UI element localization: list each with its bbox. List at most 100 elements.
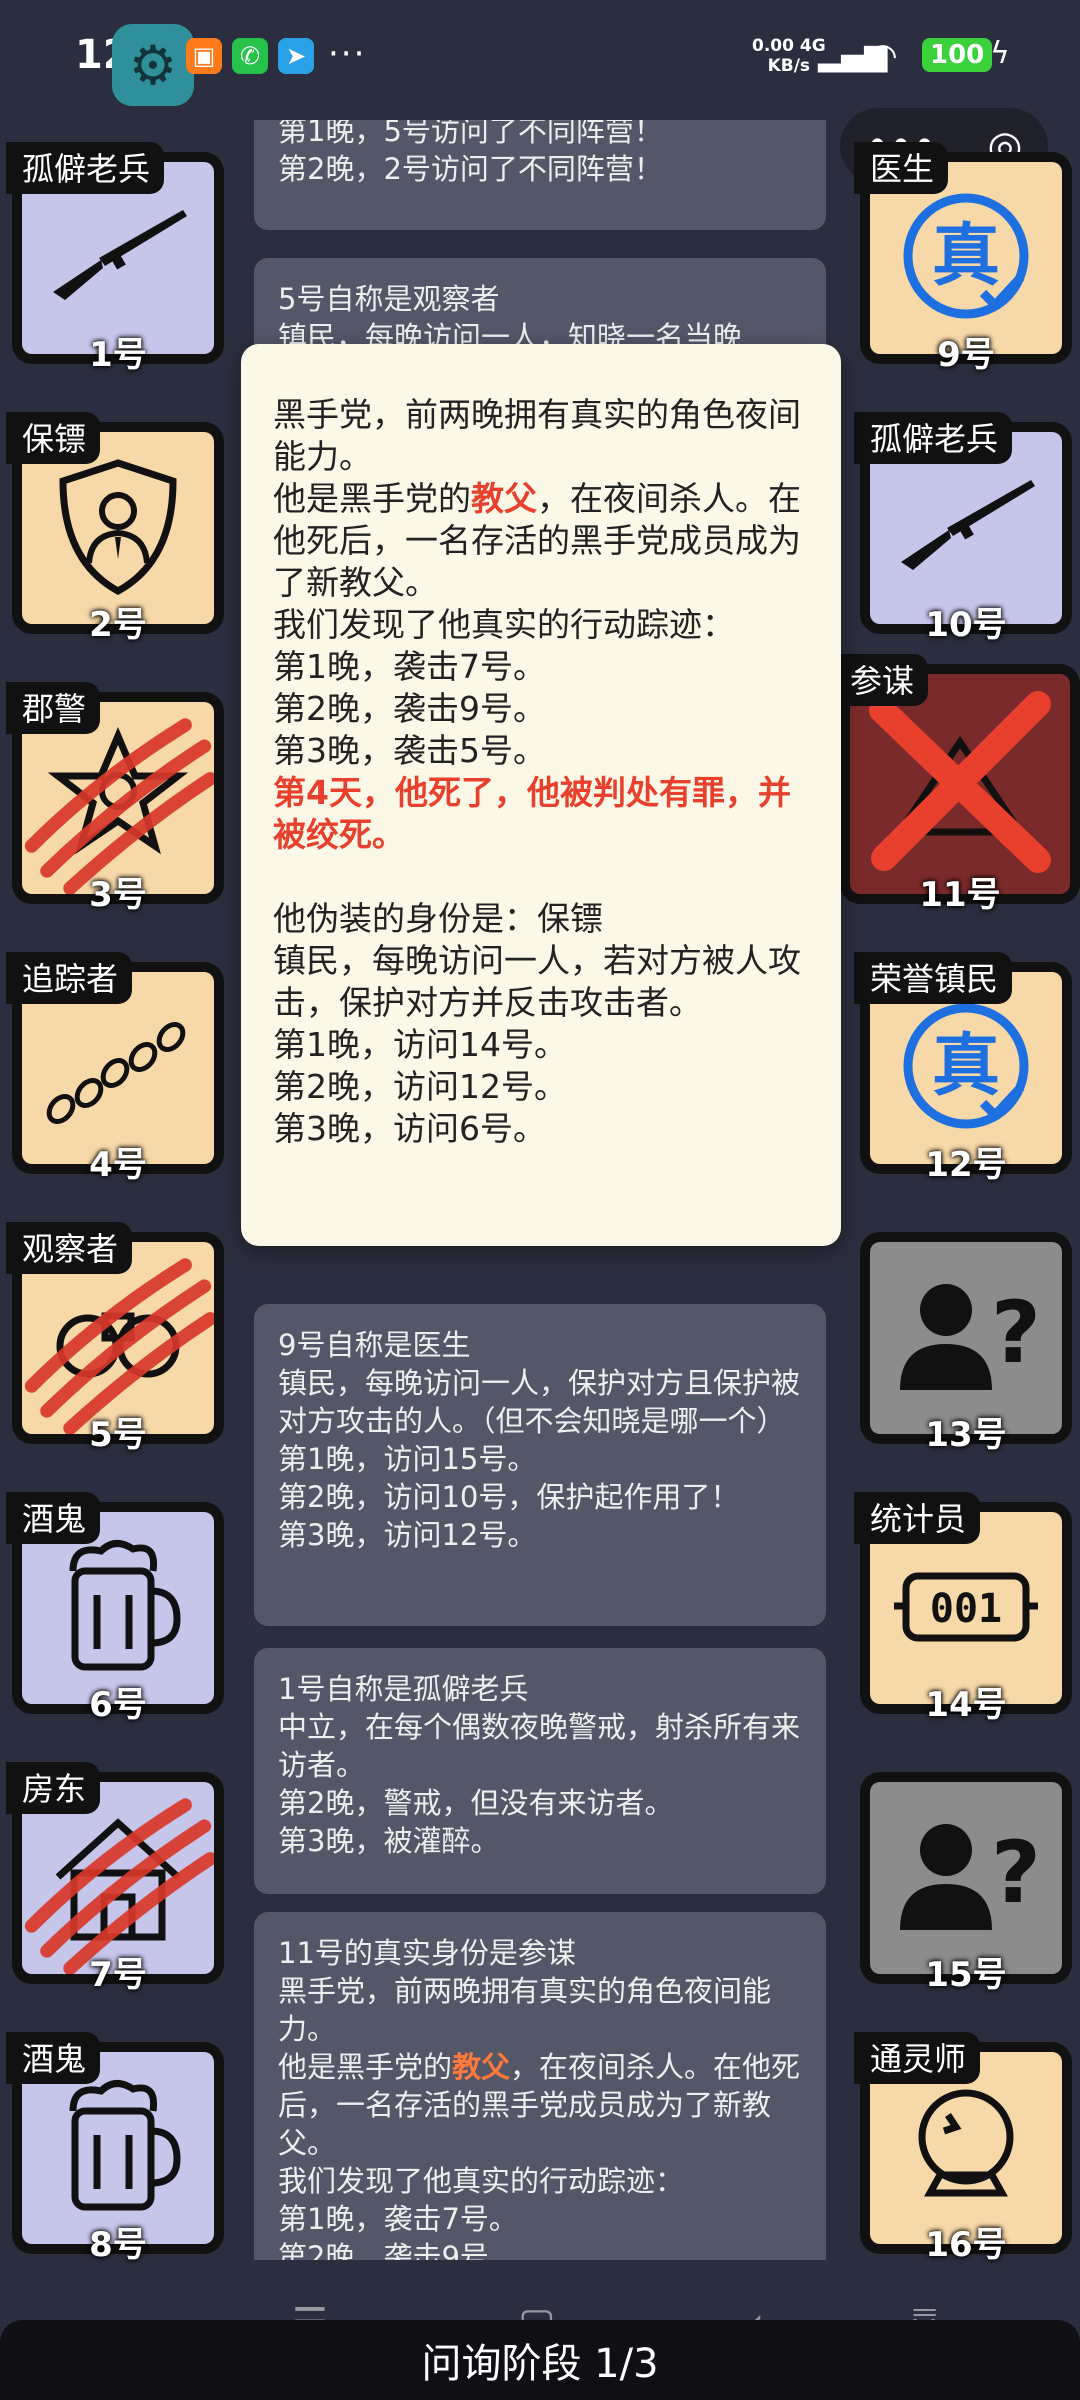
svg-text:?: ? [991,1283,1041,1383]
role-tag: 观察者 [6,1222,133,1274]
player-card-15号[interactable]: ? 15号 [860,1772,1072,1995]
feed-line: 镇民，每晚访问一人，保护对方且保护被对方攻击的人。（但不会知晓是哪一个） [278,1366,801,1438]
player-number: 10号 [925,605,1007,645]
player-number: 8号 [89,2225,147,2265]
feed-line: 第2晚，2号访问了不同阵营！ [278,152,663,186]
true-seal-icon: 真 [891,181,1041,335]
net-speed: 0.00 4G KB/s [752,36,826,76]
feed-line: 我们发现了他真实的行动踪迹： [278,2164,685,2198]
player-card-6号[interactable]: 酒鬼 6号 [6,1492,224,1725]
player-number: 11号 [919,875,1001,915]
feed-line: 第3晚，被灌醉。 [278,1824,500,1858]
player-number: 12号 [925,1145,1007,1185]
rifle-icon [43,196,193,320]
popup-line: 我们发现了他真实的行动踪迹： [273,605,735,644]
feed-line: 黑手党，前两晚拥有真实的角色夜间能力。 [278,1974,772,2046]
role-tag: 房东 [6,1762,101,1814]
svg-text:真: 真 [932,1027,1000,1106]
player-number: 5号 [89,1415,147,1455]
wifi-icon: ◠ [868,36,898,76]
player-number: 6号 [89,1685,147,1725]
popup-line: 第3晚，访问6号。 [273,1109,546,1148]
player-number: 16号 [925,2225,1007,2265]
phone-icon: ✆ [232,38,268,74]
popup-spacer [273,856,809,898]
role-detail-popup[interactable]: 黑手党，前两晚拥有真实的角色夜间能力。 他是黑手党的教父，在夜间杀人。在他死后，… [241,344,841,1246]
feed-card-title: 9号自称是医生 [278,1328,471,1362]
player-number: 15号 [925,1955,1007,1995]
player-portrait: ? [870,1242,1062,1434]
player-card-7号[interactable]: 房东 7号 [6,1762,224,1995]
player-number: 7号 [89,1955,147,1995]
feed-line: 第1晚，袭击7号。 [278,2202,518,2236]
phase-label: 问询阶段 1/3 [421,2341,659,2387]
player-card-16号[interactable]: 通灵师 16号 [854,2032,1072,2265]
player-portrait: ? [870,1782,1062,1974]
gear-icon[interactable]: ⚙ [112,24,194,106]
player-card-14号[interactable]: 001 统计员 14号 [854,1492,1072,1725]
role-tag: 孤僻老兵 [6,142,165,194]
player-card-5号[interactable]: 观察者 5号 [6,1222,224,1455]
role-tag: 参谋 [834,654,929,706]
beer-mug-icon [53,2071,183,2225]
feed-line: 他是黑手党的教父，在夜间杀人。在他死后，一名存活的黑手党成员成为了新教父。 [278,2050,801,2160]
player-card-13号[interactable]: ? 13号 [860,1232,1072,1455]
player-number: 3号 [89,875,147,915]
role-tag: 通灵师 [854,2032,981,2084]
player-number: 9号 [937,335,995,375]
role-tag: 郡警 [6,682,101,734]
role-tag: 酒鬼 [6,2032,101,2084]
feed-line: 第2晚，访问10号，保护起作用了！ [278,1480,740,1514]
popup-line: 第1晚，访问14号。 [273,1025,567,1064]
player-number: 2号 [89,605,147,645]
player-card-3号[interactable]: 郡警 3号 [6,682,224,915]
player-number: 4号 [89,1145,147,1185]
player-card-11号[interactable]: 参谋 11号 [834,654,1080,915]
svg-text:真: 真 [932,217,1000,296]
popup-line: 黑手党，前两晚拥有真实的角色夜间能力。 [273,395,801,476]
player-card-8号[interactable]: 酒鬼 8号 [6,2032,224,2265]
popup-line: 他是黑手党的教父，在夜间杀人。在他死后，一名存活的黑手党成员成为了新教父。 [273,479,801,602]
crystal-ball-icon [896,2071,1036,2225]
feed-card: 11号的真实身份是参谋 黑手党，前两晚拥有真实的角色夜间能力。 他是黑手党的教父… [254,1912,826,2260]
svg-text:?: ? [991,1823,1041,1923]
role-tag: 荣誉镇民 [854,952,1013,1004]
popup-line: 第1晚，袭击7号。 [273,647,546,686]
role-tag: 酒鬼 [6,1492,101,1544]
true-seal-icon: 真 [891,991,1041,1145]
popup-line: 他伪装的身份是：保镖 [273,899,603,938]
shopping-bag-icon: ▣ [186,38,222,74]
more-notifications-icon: ··· [328,34,367,74]
player-card-12号[interactable]: 真 荣誉镇民 12号 [854,952,1072,1185]
feed-card-title: 11号的真实身份是参谋 [278,1936,576,1970]
phase-bar: 问询阶段 1/3 [0,2320,1080,2400]
counter-icon: 001 [886,1546,1046,1670]
player-number: 1号 [89,335,147,375]
popup-line: 第2晚，访问12号。 [273,1067,567,1106]
player-card-10号[interactable]: 孤僻老兵 10号 [854,412,1072,645]
player-card-1号[interactable]: 孤僻老兵 1号 [6,142,224,375]
player-card-9号[interactable]: 真 医生 9号 [854,142,1072,375]
role-tag: 医生 [854,142,949,194]
player-card-4号[interactable]: 追踪者 4号 [6,952,224,1185]
feed-line: 第1晚，访问15号。 [278,1442,537,1476]
feed-line: 中立，在每个偶数夜晚警戒，射杀所有来访者。 [278,1710,801,1782]
feed-line: 第2晚，警戒，但没有来访者。 [278,1786,674,1820]
beer-mug-icon [53,1531,183,1685]
battery-indicator: 100 [922,38,993,72]
player-portrait [850,674,1070,894]
role-tag: 保镖 [6,412,101,464]
player-card-2号[interactable]: 保镖 2号 [6,412,224,645]
unknown-person-icon: ? [886,1806,1046,1950]
popup-line: 镇民，每晚访问一人，若对方被人攻击，保护对方并反击攻击者。 [273,941,801,1022]
feed-line: 第3晚，访问12号。 [278,1518,537,1552]
feed-line: 第2晚，袭击9号。 [278,2240,518,2260]
unknown-person-icon: ? [886,1266,1046,1410]
popup-line: 第3晚，袭击5号。 [273,731,546,770]
charging-icon: ϟ [990,36,1010,71]
status-bar: 12:25 ⚙ ▣ ✆ ➤ ··· 0.00 4G KB/s ▂▄▆ ◠ 100… [0,0,1080,120]
red-x-icon [860,682,1060,886]
feed-line: 5号自称是观察者 [278,282,500,316]
bodyguard-shield-icon [43,451,193,605]
player-number: 14号 [925,1685,1007,1725]
